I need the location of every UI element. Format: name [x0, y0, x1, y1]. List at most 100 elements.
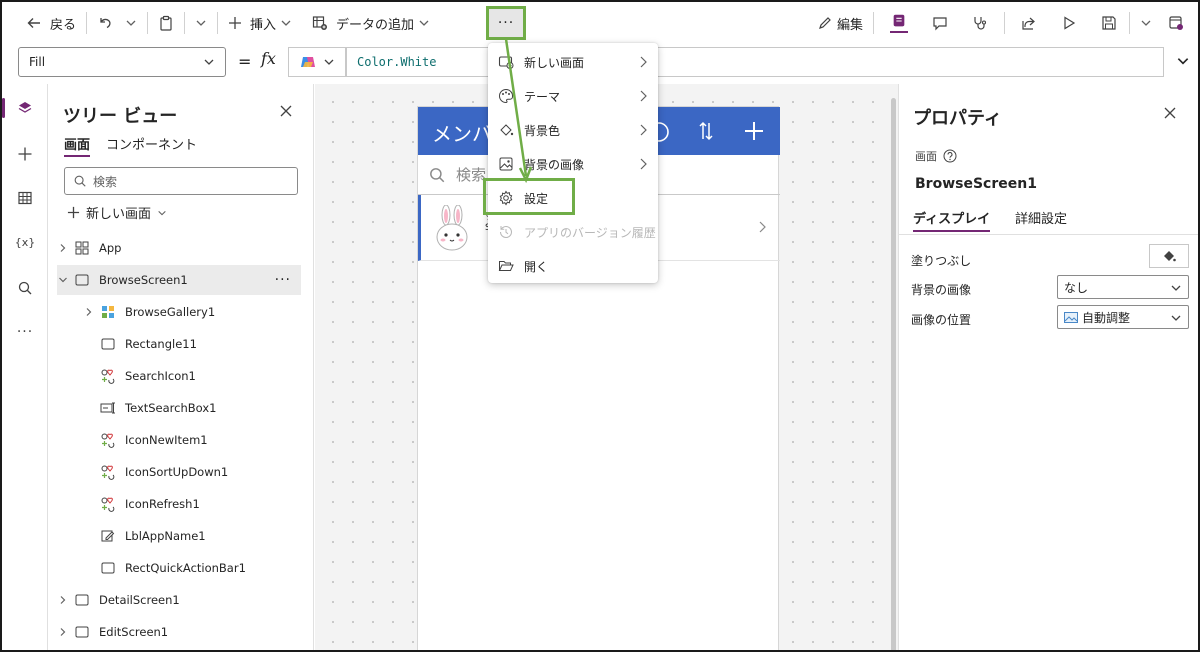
menu-item-background-color[interactable]: 背景色	[488, 113, 658, 147]
copilot-button[interactable]	[288, 47, 346, 77]
back-button[interactable]: 戻る	[20, 8, 82, 38]
chevron-down-icon[interactable]	[57, 275, 69, 285]
tab-advanced[interactable]: 詳細設定	[1015, 208, 1067, 227]
new-screen-button[interactable]: 新しい画面	[67, 203, 167, 222]
back-label: 戻る	[50, 17, 77, 33]
publish-button[interactable]	[1158, 8, 1198, 38]
insert-button[interactable]: 挿入	[222, 8, 298, 38]
tree-item-label: IconNewItem1	[125, 433, 208, 447]
tree-item-iconsortupdown1[interactable]: IconSortUpDown1	[57, 457, 301, 487]
tree-item-label: IconSortUpDown1	[125, 465, 229, 479]
canvas-scrollbar[interactable]	[891, 98, 896, 650]
more-commands-button[interactable]: ···	[486, 6, 526, 40]
chevron-right-icon[interactable]	[57, 243, 69, 253]
menu-item-label: テーマ	[524, 89, 561, 104]
paste-button[interactable]	[152, 8, 180, 38]
chevron-right-icon[interactable]	[57, 627, 69, 637]
icons-icon	[99, 495, 117, 513]
properties-kind: 画面	[915, 148, 957, 164]
rail-data[interactable]	[2, 180, 48, 216]
new-screen-icon	[498, 56, 514, 69]
search-icon	[74, 175, 86, 187]
menu-item-background-image[interactable]: 背景の画像	[488, 147, 658, 181]
tree-search-placeholder: 検索	[93, 174, 118, 189]
tree-item-textsearchbox1[interactable]: TextSearchBox1	[57, 393, 301, 423]
undo-button[interactable]	[91, 8, 119, 38]
tree-item-searchicon1[interactable]: SearchIcon1	[57, 361, 301, 391]
tree-item-lblappname1[interactable]: LblAppName1	[57, 521, 301, 551]
tree-item-rectangle11[interactable]: Rectangle11	[57, 329, 301, 359]
rail-insert[interactable]	[2, 136, 48, 172]
tree-item-iconrefresh1[interactable]: IconRefresh1	[57, 489, 301, 519]
formula-input[interactable]: Color.White	[346, 47, 1164, 77]
tree-item-label: BrowseGallery1	[125, 305, 216, 319]
paint-bucket-icon	[500, 124, 514, 136]
chevron-down-icon	[281, 20, 291, 26]
tree-item-browsescreen1[interactable]: BrowseScreen1 ···	[57, 265, 301, 295]
rail-search[interactable]	[2, 270, 48, 306]
sort-up-down-icon[interactable]	[698, 120, 714, 142]
separator	[873, 12, 874, 34]
bg-image-dropdown[interactable]: なし	[1057, 275, 1189, 299]
app-title[interactable]: メンバ	[432, 118, 492, 147]
paste-dropdown[interactable]	[189, 8, 213, 38]
save-button[interactable]	[1089, 8, 1125, 38]
tree-item-label: Rectangle11	[125, 337, 197, 351]
tree-view-title: ツリー ビュー	[63, 106, 178, 127]
icons-icon	[99, 463, 117, 481]
save-dropdown[interactable]	[1134, 8, 1158, 38]
table-icon	[18, 191, 32, 205]
comments-button[interactable]	[920, 8, 960, 38]
property-selector[interactable]: Fill	[18, 47, 226, 77]
close-icon[interactable]	[279, 104, 293, 118]
tab-components[interactable]: コンポーネント	[106, 134, 197, 153]
edit-button[interactable]: 編集	[811, 8, 869, 38]
chevron-right-icon[interactable]	[83, 307, 95, 317]
close-icon[interactable]	[1163, 106, 1177, 120]
plus-icon[interactable]	[744, 121, 764, 141]
rectangle-icon	[99, 335, 117, 353]
more-icon: ···	[16, 324, 34, 340]
tree-item-app[interactable]: App	[57, 233, 301, 263]
more-options-icon[interactable]: ···	[275, 272, 291, 288]
chevron-down-icon	[196, 20, 206, 26]
rail-variables[interactable]: {x}	[2, 224, 48, 260]
tree-search-input[interactable]: 検索	[64, 167, 298, 195]
preview-button[interactable]	[1049, 8, 1089, 38]
menu-item-version-history[interactable]: アプリのバージョン履歴	[488, 215, 658, 249]
help-icon[interactable]	[943, 149, 957, 163]
add-data-button[interactable]: データの追加	[306, 8, 436, 38]
tree-item-iconnewitem1[interactable]: IconNewItem1	[57, 425, 301, 455]
tree-item-label: RectQuickActionBar1	[125, 561, 246, 575]
share-button[interactable]	[1009, 8, 1049, 38]
tree-item-browsegallery1[interactable]: BrowseGallery1	[57, 297, 301, 327]
separator	[1129, 12, 1130, 34]
chevron-right-icon[interactable]	[757, 221, 767, 233]
save-icon	[1102, 16, 1116, 30]
arrow-left-icon	[27, 18, 40, 28]
image-position-dropdown[interactable]: 自動調整	[1057, 305, 1189, 329]
chevron-down-icon	[126, 20, 136, 26]
chevron-down-icon[interactable]	[1176, 54, 1190, 68]
tree-item-detailscreen1[interactable]: DetailScreen1	[57, 585, 301, 615]
chevron-down-icon	[1141, 20, 1151, 26]
separator	[147, 12, 149, 34]
tree-item-rectquickactionbar1[interactable]: RectQuickActionBar1	[57, 553, 301, 583]
undo-dropdown[interactable]	[119, 8, 143, 38]
tab-screens[interactable]: 画面	[64, 134, 91, 157]
chevron-right-icon[interactable]	[57, 595, 69, 605]
app-checker-button[interactable]	[960, 8, 1000, 38]
tab-display[interactable]: ディスプレイ	[913, 208, 991, 232]
share-icon	[1022, 17, 1035, 30]
fill-color-picker[interactable]	[1149, 244, 1189, 268]
rail-tree-view[interactable]	[2, 90, 48, 126]
menu-item-new-screen[interactable]: 新しい画面	[488, 45, 658, 79]
menu-item-open[interactable]: 開く	[488, 249, 658, 283]
menu-item-theme[interactable]: テーマ	[488, 79, 658, 113]
rail-more[interactable]: ···	[2, 314, 48, 350]
bg-image-value: なし	[1064, 280, 1089, 295]
tree-item-editscreen1[interactable]: EditScreen1	[57, 617, 301, 647]
app-checker-notes-button[interactable]	[878, 8, 920, 38]
screen-icon	[73, 623, 91, 641]
menu-item-label: 背景色	[524, 123, 561, 138]
